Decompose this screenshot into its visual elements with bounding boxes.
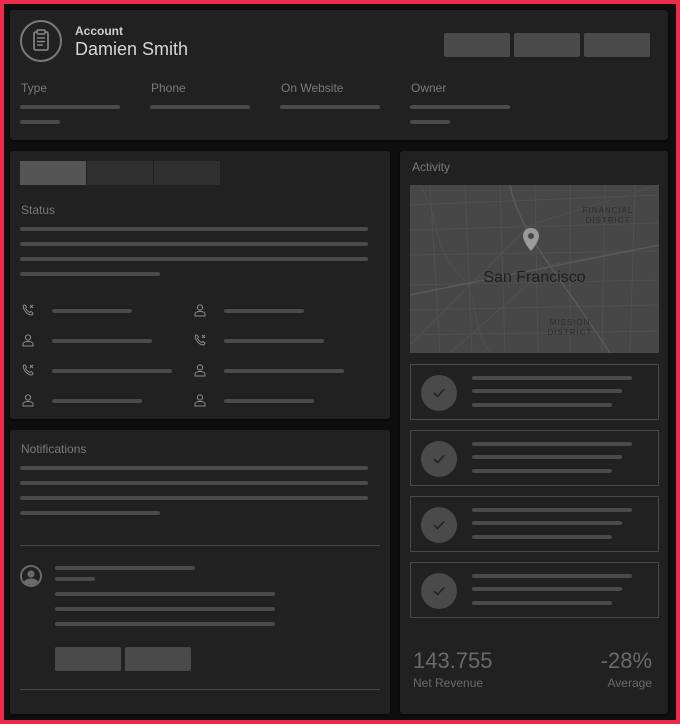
- activity-card-line: [472, 521, 622, 525]
- notification-meta: [55, 577, 95, 581]
- check-icon: [421, 441, 457, 477]
- check-icon: [421, 375, 457, 411]
- person-icon: [194, 364, 206, 377]
- field-label-phone: Phone: [151, 81, 186, 95]
- notification-body-line: [55, 592, 275, 596]
- notifications-panel: [10, 430, 390, 714]
- header-action-button-3[interactable]: [584, 33, 650, 57]
- field-label-type: Type: [21, 81, 48, 95]
- activity-card-line: [472, 601, 612, 605]
- status-line: [20, 227, 368, 231]
- avatar-icon: [20, 565, 42, 587]
- notifications-line: [20, 466, 368, 470]
- activity-card-line: [472, 389, 622, 393]
- activity-card[interactable]: [410, 562, 659, 618]
- header-action-button-2[interactable]: [514, 33, 580, 57]
- activity-card[interactable]: [410, 430, 659, 486]
- activity-card-line: [472, 469, 612, 473]
- field-value-on-website: [280, 105, 380, 109]
- status-item-text: [52, 369, 172, 373]
- header-action-button-1[interactable]: [444, 33, 510, 57]
- field-label-on-website: On Website: [281, 81, 344, 95]
- person-icon: [194, 304, 206, 317]
- activity-card-line: [472, 376, 632, 380]
- activity-card[interactable]: [410, 364, 659, 420]
- location-map[interactable]: San Francisco FINANCIAL DISTRICT MISSION…: [410, 185, 659, 353]
- status-item-text: [52, 399, 142, 403]
- person-icon: [22, 394, 34, 407]
- activity-card-line: [472, 587, 622, 591]
- tab-1[interactable]: [20, 161, 86, 185]
- notification-body-line: [55, 607, 275, 611]
- activity-card-line: [472, 442, 632, 446]
- map-pin-icon: [523, 228, 539, 251]
- activity-card-line: [472, 403, 612, 407]
- status-item-text: [224, 339, 324, 343]
- notifications-bottom-divider: [20, 689, 380, 690]
- notifications-line: [20, 481, 368, 485]
- activity-card-line: [472, 508, 632, 512]
- activity-title: Activity: [412, 160, 451, 174]
- field-value-owner-line2: [410, 120, 450, 124]
- check-icon: [421, 507, 457, 543]
- map-district-financial: FINANCIAL DISTRICT: [582, 206, 634, 225]
- field-value-owner: [410, 105, 510, 109]
- map-district-mission: MISSION DISTRICT: [547, 318, 593, 337]
- average-value: -28%: [600, 648, 652, 673]
- status-panel: [10, 151, 390, 419]
- notifications-divider: [20, 545, 380, 546]
- tab-2[interactable]: [87, 161, 153, 185]
- status-item-text: [224, 399, 314, 403]
- status-item-text: [224, 369, 344, 373]
- clipboard-icon: [20, 20, 62, 62]
- status-line: [20, 242, 368, 246]
- activity-card-line: [472, 574, 632, 578]
- account-name: Damien Smith: [75, 39, 189, 59]
- field-label-owner: Owner: [411, 81, 447, 95]
- activity-card[interactable]: [410, 496, 659, 552]
- person-icon: [22, 334, 34, 347]
- status-line: [20, 257, 368, 261]
- net-revenue-label: Net Revenue: [413, 676, 484, 690]
- account-label: Account: [75, 24, 123, 38]
- status-item-text: [224, 309, 304, 313]
- tab-3[interactable]: [154, 161, 220, 185]
- notification-body-line: [55, 622, 275, 626]
- phone-missed-icon: [22, 304, 34, 316]
- notification-author: [55, 566, 195, 570]
- phone-missed-icon: [194, 334, 206, 346]
- activity-card-line: [472, 455, 622, 459]
- field-value-phone: [150, 105, 250, 109]
- status-item-text: [52, 339, 152, 343]
- field-value-type-line2: [20, 120, 60, 124]
- phone-missed-icon: [22, 364, 34, 376]
- notifications-line: [20, 511, 160, 515]
- status-item-text: [52, 309, 132, 313]
- net-revenue-value: 143.755: [413, 648, 493, 673]
- map-city-label: San Francisco: [483, 269, 586, 286]
- status-title: Status: [21, 203, 56, 217]
- person-icon: [194, 394, 206, 407]
- activity-card-line: [472, 535, 612, 539]
- average-label: Average: [607, 676, 652, 690]
- status-line: [20, 272, 160, 276]
- field-value-type: [20, 105, 120, 109]
- check-icon: [421, 573, 457, 609]
- notifications-line: [20, 496, 368, 500]
- notification-action-button-2[interactable]: [125, 647, 191, 671]
- notifications-title: Notifications: [21, 442, 87, 456]
- notification-action-button-1[interactable]: [55, 647, 121, 671]
